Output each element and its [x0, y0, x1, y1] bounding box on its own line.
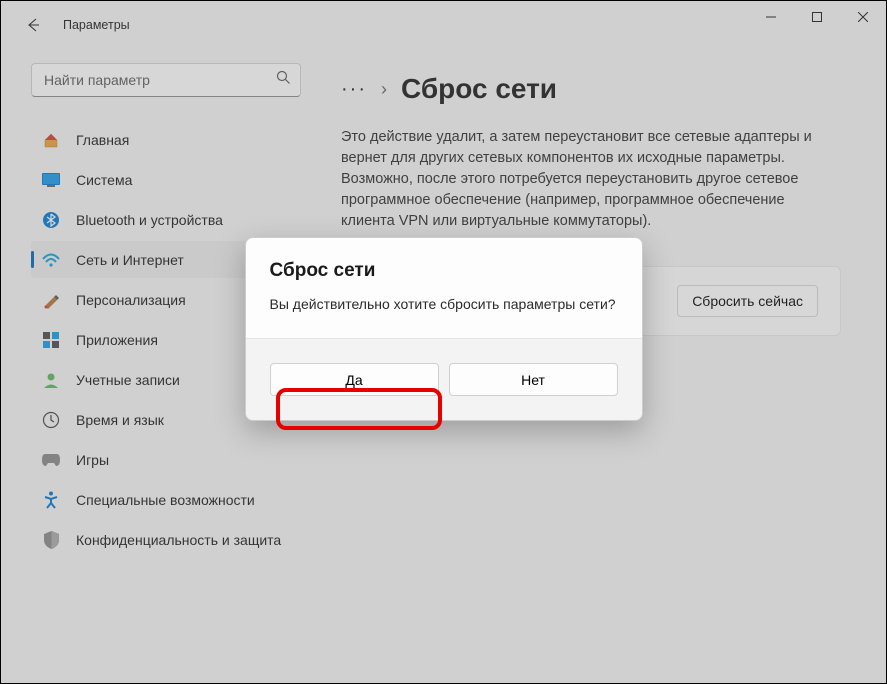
- no-button[interactable]: Нет: [449, 363, 618, 396]
- modal-overlay: Сброс сети Вы действительно хотите сброс…: [1, 1, 886, 683]
- yes-button[interactable]: Да: [270, 363, 439, 396]
- dialog-message: Вы действительно хотите сбросить парамет…: [270, 296, 618, 312]
- dialog-title: Сброс сети: [270, 260, 618, 282]
- dialog-actions: Да Нет: [246, 338, 642, 420]
- dialog-body: Сброс сети Вы действительно хотите сброс…: [246, 238, 642, 338]
- settings-window: Параметры Главная Система: [0, 0, 887, 684]
- confirm-dialog: Сброс сети Вы действительно хотите сброс…: [245, 237, 643, 421]
